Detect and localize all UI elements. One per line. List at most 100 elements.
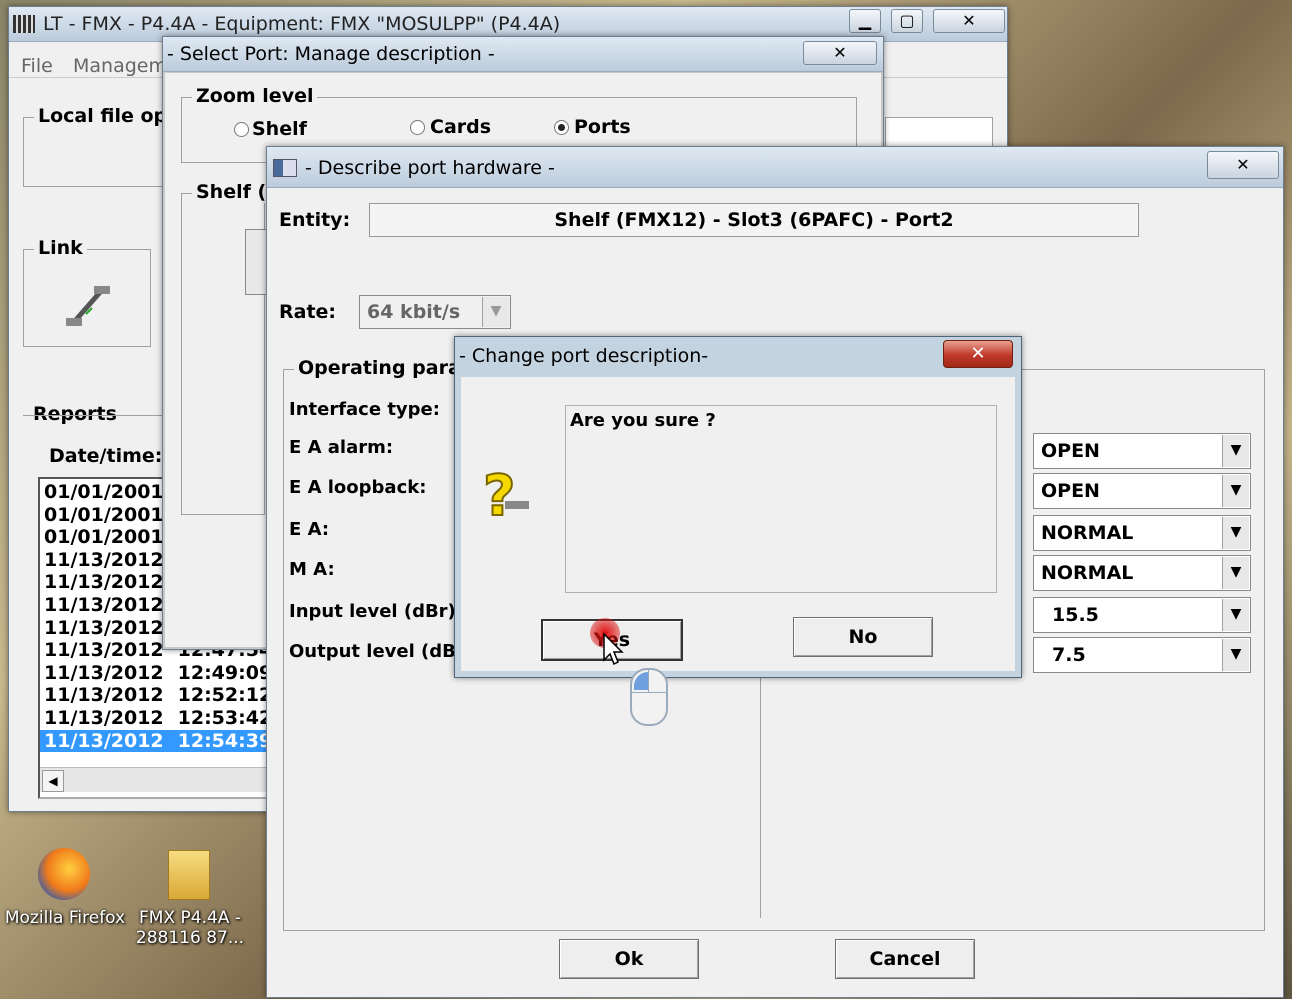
radio-ports-label: Ports <box>574 116 631 138</box>
question-icon: ? <box>479 463 533 530</box>
confirm-title: - Change port description- <box>459 345 709 367</box>
reports-label: Reports <box>33 403 117 425</box>
param-label: Interface type: <box>289 399 440 420</box>
param-select[interactable]: NORMAL ▼ <box>1033 515 1251 551</box>
entity-field: Shelf (FMX12) - Slot3 (6PAFC) - Port2 <box>369 203 1139 237</box>
svg-text:?: ? <box>483 465 515 525</box>
ok-button[interactable]: Ok <box>559 939 699 979</box>
report-row[interactable]: 11/13/2012 12:49:09 <box>40 662 272 685</box>
link-label: Link <box>34 237 87 259</box>
param-value: 7.5 <box>1052 644 1086 666</box>
entity-label: Entity: <box>279 209 351 231</box>
chevron-down-icon[interactable]: ▼ <box>1222 435 1249 467</box>
param-select[interactable]: 7.5 ▼ <box>1033 637 1251 673</box>
describe-port-title: - Describe port hardware - <box>305 157 555 179</box>
minimize-button[interactable]: ▁ <box>849 9 881 33</box>
report-date: 01/01/2001 <box>44 526 164 549</box>
radio-shelf[interactable] <box>234 122 249 137</box>
scroll-left-icon[interactable]: ◀ <box>42 770 64 792</box>
chevron-down-icon[interactable]: ▼ <box>1222 599 1249 631</box>
report-date: 11/13/2012 <box>44 661 164 684</box>
param-select[interactable]: OPEN ▼ <box>1033 473 1251 509</box>
main-window-title: LT - FMX - P4.4A - Equipment: FMX "MOSUL… <box>43 13 561 35</box>
report-row[interactable]: 11/13/2012 12:52:12 <box>40 684 272 707</box>
menu-file[interactable]: File <box>21 55 53 77</box>
date-time-header: Date/time: <box>49 445 163 467</box>
report-date: 11/13/2012 <box>44 684 164 707</box>
param-label: E A: <box>289 519 330 540</box>
menu-management[interactable]: Managem <box>73 55 167 77</box>
desktop-icon-folder[interactable]: FMX P4.4A - 288116 87... <box>130 842 250 962</box>
param-select[interactable]: NORMAL ▼ <box>1033 555 1251 591</box>
param-value: 15.5 <box>1052 604 1099 626</box>
param-select[interactable]: 15.5 ▼ <box>1033 597 1251 633</box>
maximize-button[interactable]: ▢ <box>891 9 923 33</box>
mouse-icon <box>630 668 668 726</box>
confirm-message: Are you sure ? <box>570 410 716 431</box>
radio-shelf-label: Shelf <box>252 118 307 140</box>
cursor-icon <box>602 632 624 671</box>
param-select[interactable]: OPEN ▼ <box>1033 433 1251 469</box>
entity-value: Shelf (FMX12) - Slot3 (6PAFC) - Port2 <box>554 209 954 231</box>
param-value: NORMAL <box>1041 562 1134 584</box>
select-port-titlebar: - Select Port: Manage description - ✕ <box>163 37 883 72</box>
param-label: M A: <box>289 559 335 580</box>
local-file-group: Local file ope <box>23 105 185 187</box>
message-box: Are you sure ? <box>565 405 997 593</box>
link-group: Link <box>23 237 151 347</box>
confirm-dialog: - Change port description- ✕ ? Are you s… <box>454 336 1022 678</box>
param-value: OPEN <box>1041 440 1100 462</box>
param-value: NORMAL <box>1041 522 1134 544</box>
rate-value: 64 kbit/s <box>367 301 461 323</box>
close-button[interactable]: ✕ <box>803 41 877 65</box>
param-value: OPEN <box>1041 480 1100 502</box>
radio-ports[interactable] <box>554 120 569 135</box>
select-port-title: - Select Port: Manage description - <box>167 43 495 65</box>
param-label: E A loopback: <box>289 477 427 498</box>
desktop-icon-label: FMX P4.4A - 288116 87... <box>135 908 245 948</box>
confirm-body: ? Are you sure ? Yes No <box>461 377 1015 671</box>
report-date: 11/13/2012 <box>44 593 164 616</box>
describe-port-titlebar: - Describe port hardware - ✕ <box>267 147 1283 188</box>
chevron-down-icon[interactable]: ▼ <box>1222 557 1249 589</box>
report-time: 12:49:09 <box>177 661 273 684</box>
close-button[interactable]: ✕ <box>943 340 1013 368</box>
zoom-level-label: Zoom level <box>192 85 318 107</box>
report-date: 11/13/2012 <box>44 571 164 594</box>
report-date: 11/13/2012 <box>44 706 164 729</box>
folder-icon <box>168 850 210 900</box>
radio-cards[interactable] <box>410 120 425 135</box>
no-button[interactable]: No <box>793 617 933 657</box>
report-time: 12:53:42 <box>177 706 273 729</box>
report-time: 12:54:39 <box>177 729 273 752</box>
chevron-down-icon[interactable]: ▼ <box>1222 517 1249 549</box>
report-row[interactable]: 11/13/2012 12:54:39 <box>40 729 273 753</box>
param-label: Output level (dBr): <box>289 641 481 662</box>
desktop-icon-firefox[interactable]: Mozilla Firefox <box>0 842 130 952</box>
reports-group-line <box>23 415 183 416</box>
report-date: 11/13/2012 <box>44 616 164 639</box>
rate-label: Rate: <box>279 301 337 323</box>
report-time: 12:52:12 <box>177 684 273 707</box>
close-button[interactable]: ✕ <box>1207 151 1279 179</box>
param-label: Input level (dBr): <box>289 601 463 622</box>
report-date: 11/13/2012 <box>44 639 164 662</box>
chevron-down-icon[interactable]: ▼ <box>1222 639 1249 671</box>
chevron-down-icon[interactable]: ▼ <box>1222 475 1249 507</box>
report-row[interactable]: 11/13/2012 12:53:42 <box>40 707 272 730</box>
report-date: 11/13/2012 <box>44 548 164 571</box>
confirm-titlebar: - Change port description- ✕ <box>455 337 1021 377</box>
close-button[interactable]: ✕ <box>933 9 1005 33</box>
window-icon <box>273 159 297 177</box>
chevron-down-icon[interactable]: ▼ <box>482 297 509 327</box>
link-icon[interactable] <box>64 284 112 330</box>
radio-cards-label: Cards <box>430 116 492 138</box>
report-date: 11/13/2012 <box>44 729 164 752</box>
firefox-icon <box>38 848 90 900</box>
report-date: 01/01/2001 <box>44 503 164 526</box>
report-date: 01/01/2001 <box>44 481 164 503</box>
desktop-icon-label: Mozilla Firefox <box>4 908 126 928</box>
app-icon <box>13 15 35 33</box>
rate-select[interactable]: 64 kbit/s ▼ <box>359 295 511 329</box>
cancel-button[interactable]: Cancel <box>835 939 975 979</box>
